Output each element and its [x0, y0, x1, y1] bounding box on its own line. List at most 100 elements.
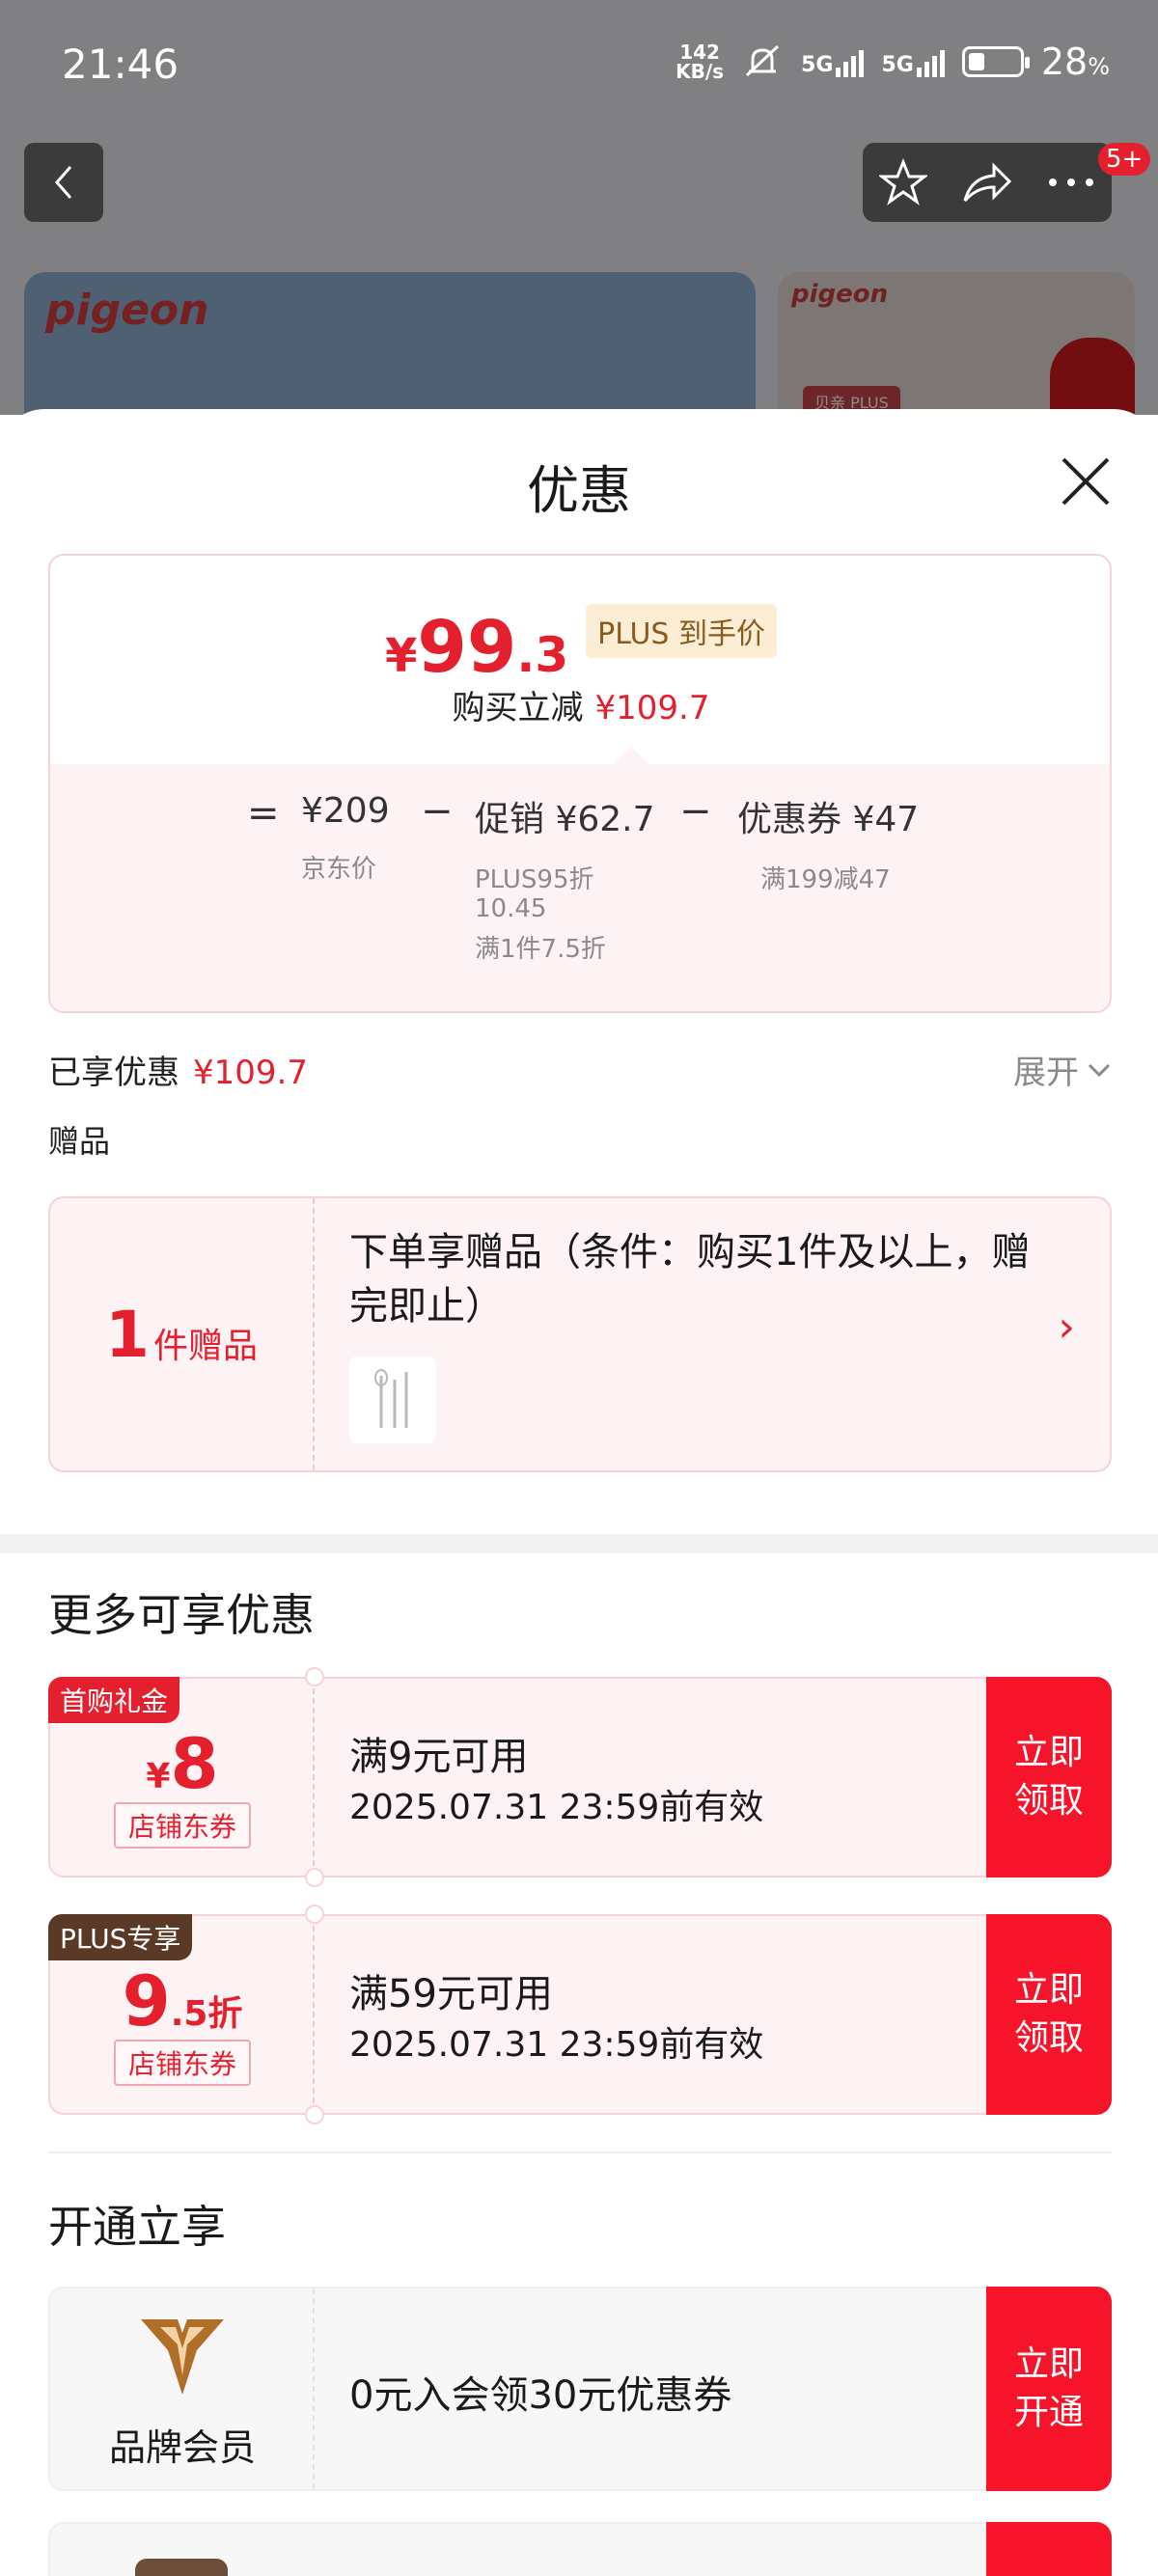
- breakdown-pointer: [614, 747, 648, 764]
- reduction-value: ¥109.7: [594, 689, 710, 727]
- coupon-amount: 9.5折: [50, 1966, 315, 2036]
- mute-bell-icon: [746, 44, 780, 77]
- coupon-notch: [305, 1868, 324, 1887]
- promo-details: PLUS95折 10.45 满1件7.5折: [475, 863, 655, 967]
- battery-unit: %: [1088, 53, 1110, 80]
- jd-price-label: 京东价: [301, 855, 377, 884]
- more-icon[interactable]: [1047, 177, 1095, 188]
- claim-button-line-2: 领取: [1013, 2018, 1084, 2058]
- signal-2: 5G: [881, 46, 945, 77]
- price-breakdown: = ¥209 京东价 − 促销 ¥62.7 PLUS95折 10.45 满1件7…: [50, 789, 1110, 1011]
- plus-price-tag: PLUS 到手价: [586, 604, 778, 658]
- gift-arrow-icon: ›: [1058, 1302, 1075, 1352]
- promo-discount: 促销 ¥62.7 PLUS95折 10.45 满1件7.5折: [475, 791, 655, 967]
- speed-value: 142: [679, 41, 720, 64]
- final-price-decimal: .3: [516, 627, 569, 683]
- battery-percent: 28%: [1041, 41, 1110, 83]
- coupon-amount-main: 9: [122, 1960, 171, 2042]
- status-bar: 21:46 142 KB/s 5G 5G 28%: [0, 0, 1158, 130]
- gift-count-label: 件赠品: [152, 1327, 258, 1366]
- gift-thumbnail[interactable]: [349, 1357, 436, 1443]
- sheet-title: 优惠: [527, 460, 631, 521]
- expand-button[interactable]: 展开: [1013, 1046, 1112, 1093]
- claim-button[interactable]: 立即 领取: [986, 1914, 1112, 2115]
- coupon-card: 首购礼金 ¥8 店铺东券 满9元可用 2025.07.31 23:59前有效 立…: [48, 1667, 1112, 1887]
- minus-sign: −: [679, 789, 712, 834]
- signal-1: 5G: [801, 46, 865, 77]
- membership-card: 品牌会员 0元入会领30元优惠券 立即 开通: [48, 2287, 1112, 2491]
- signal-1-icon: [836, 46, 865, 77]
- share-icon[interactable]: [961, 160, 1013, 205]
- coupon-condition: 满59元可用: [349, 1972, 553, 2016]
- minus-sign: −: [421, 789, 454, 834]
- coupon-condition: 满199减47: [760, 865, 891, 894]
- coupon-expiry: 2025.07.31 23:59前有效: [349, 1788, 764, 1827]
- section-divider: [0, 1534, 1158, 1553]
- coupon-notch: [305, 1667, 324, 1686]
- gift-heading: 赠品: [48, 1123, 111, 1160]
- utensils-icon: [374, 1369, 408, 1428]
- coupon-currency: ¥: [146, 1757, 171, 1796]
- claim-button[interactable]: 立即 领取: [986, 1677, 1112, 1877]
- expand-label: 展开: [1013, 1054, 1079, 1092]
- coupon-amount-main: 8: [170, 1723, 219, 1804]
- close-icon[interactable]: [1056, 452, 1116, 511]
- coupon-store-label: 店铺东券: [114, 1802, 251, 1849]
- speed-unit: KB/s: [676, 60, 725, 83]
- battery-value: 28: [1040, 41, 1089, 83]
- equals-sign: =: [247, 791, 280, 836]
- member-label: 品牌会员: [108, 2426, 256, 2469]
- enjoyed-label: 已享优惠: [48, 1054, 179, 1092]
- coupon-value: 优惠券 ¥47: [737, 800, 920, 839]
- coupon-value-box: 首购礼金 ¥8 店铺东券: [48, 1677, 315, 1876]
- message-badge: 5+: [1098, 143, 1151, 176]
- chevron-left-icon: [55, 166, 72, 199]
- claim-button-line-1: 立即: [1013, 1970, 1084, 2010]
- status-time: 21:46: [62, 41, 179, 88]
- join-button[interactable]: 立即 开通: [986, 2287, 1112, 2491]
- status-icons: 142 KB/s 5G 5G 28%: [676, 41, 1110, 83]
- next-offer-button[interactable]: [986, 2522, 1112, 2576]
- claim-button-line-2: 领取: [1013, 1781, 1084, 1821]
- battery-icon: [961, 46, 1030, 77]
- gift-count-box: 1 件赠品: [50, 1198, 315, 1470]
- background-page: pigeon pigeon 贝亲 PLUS 21:46 142 KB/s 5G …: [0, 0, 1158, 415]
- final-price-row: ¥ 99 .3 PLUS 到手价: [50, 604, 1110, 683]
- coupon-value-box: PLUS专享 9.5折 店铺东券: [48, 1914, 315, 2113]
- brand-member-logo-icon: [141, 2319, 224, 2395]
- open-benefits-title: 开通立享: [48, 2201, 226, 2253]
- gift-count: 1: [105, 1297, 150, 1372]
- divider: [48, 2151, 1112, 2153]
- promo-detail-3: 满1件7.5折: [475, 935, 606, 964]
- coupon-condition: 满9元可用: [349, 1735, 529, 1779]
- coupon-notch: [305, 2105, 324, 2124]
- price-summary: ¥ 99 .3 PLUS 到手价 购买立减 ¥109.7: [50, 556, 1110, 764]
- gift-description: 下单享赠品（条件：购买1件及以上，赠完即止）: [349, 1230, 1031, 1329]
- coupon-discount: 优惠券 ¥47 满199减47: [737, 791, 919, 897]
- jd-price: ¥209 京东价: [301, 791, 390, 887]
- claim-button-line-1: 立即: [1013, 1733, 1084, 1772]
- currency-symbol: ¥: [384, 629, 418, 683]
- join-button-line-1: 立即: [1013, 2344, 1084, 2384]
- enjoyed-value: ¥109.7: [193, 1054, 308, 1092]
- instant-reduction: 购买立减 ¥109.7: [50, 681, 1110, 728]
- star-icon[interactable]: [879, 158, 928, 206]
- jd-price-value: ¥209: [301, 791, 390, 831]
- coupon-store-label: 店铺东券: [114, 2040, 251, 2086]
- more-discounts-title: 更多可享优惠: [48, 1589, 315, 1641]
- promo-value: 促销 ¥62.7: [475, 800, 655, 839]
- coupon-tag: 首购礼金: [48, 1677, 180, 1723]
- coupon-expiry: 2025.07.31 23:59前有效: [349, 2025, 764, 2065]
- discount-sheet: 优惠 ¥ 99 .3 PLUS 到手价 购买立减 ¥109.7 = ¥209 京东…: [0, 409, 1158, 2576]
- top-actions: [863, 143, 1112, 222]
- member-offer: 0元入会领30元优惠券: [349, 2373, 732, 2418]
- coupon-tag: PLUS专享: [48, 1914, 193, 1960]
- gift-card[interactable]: 1 件赠品 下单享赠品（条件：购买1件及以上，赠完即止） ›: [48, 1196, 1112, 1472]
- price-card: ¥ 99 .3 PLUS 到手价 购买立减 ¥109.7 = ¥209 京东价 −…: [48, 554, 1112, 1013]
- signal-1-label: 5G: [801, 53, 834, 77]
- chevron-down-icon: [1088, 1063, 1111, 1077]
- final-price: ¥ 99 .3: [385, 612, 568, 683]
- back-button[interactable]: [24, 143, 103, 222]
- coupon-amount-suffix: .5折: [170, 1994, 243, 2034]
- network-speed: 142 KB/s: [676, 42, 724, 81]
